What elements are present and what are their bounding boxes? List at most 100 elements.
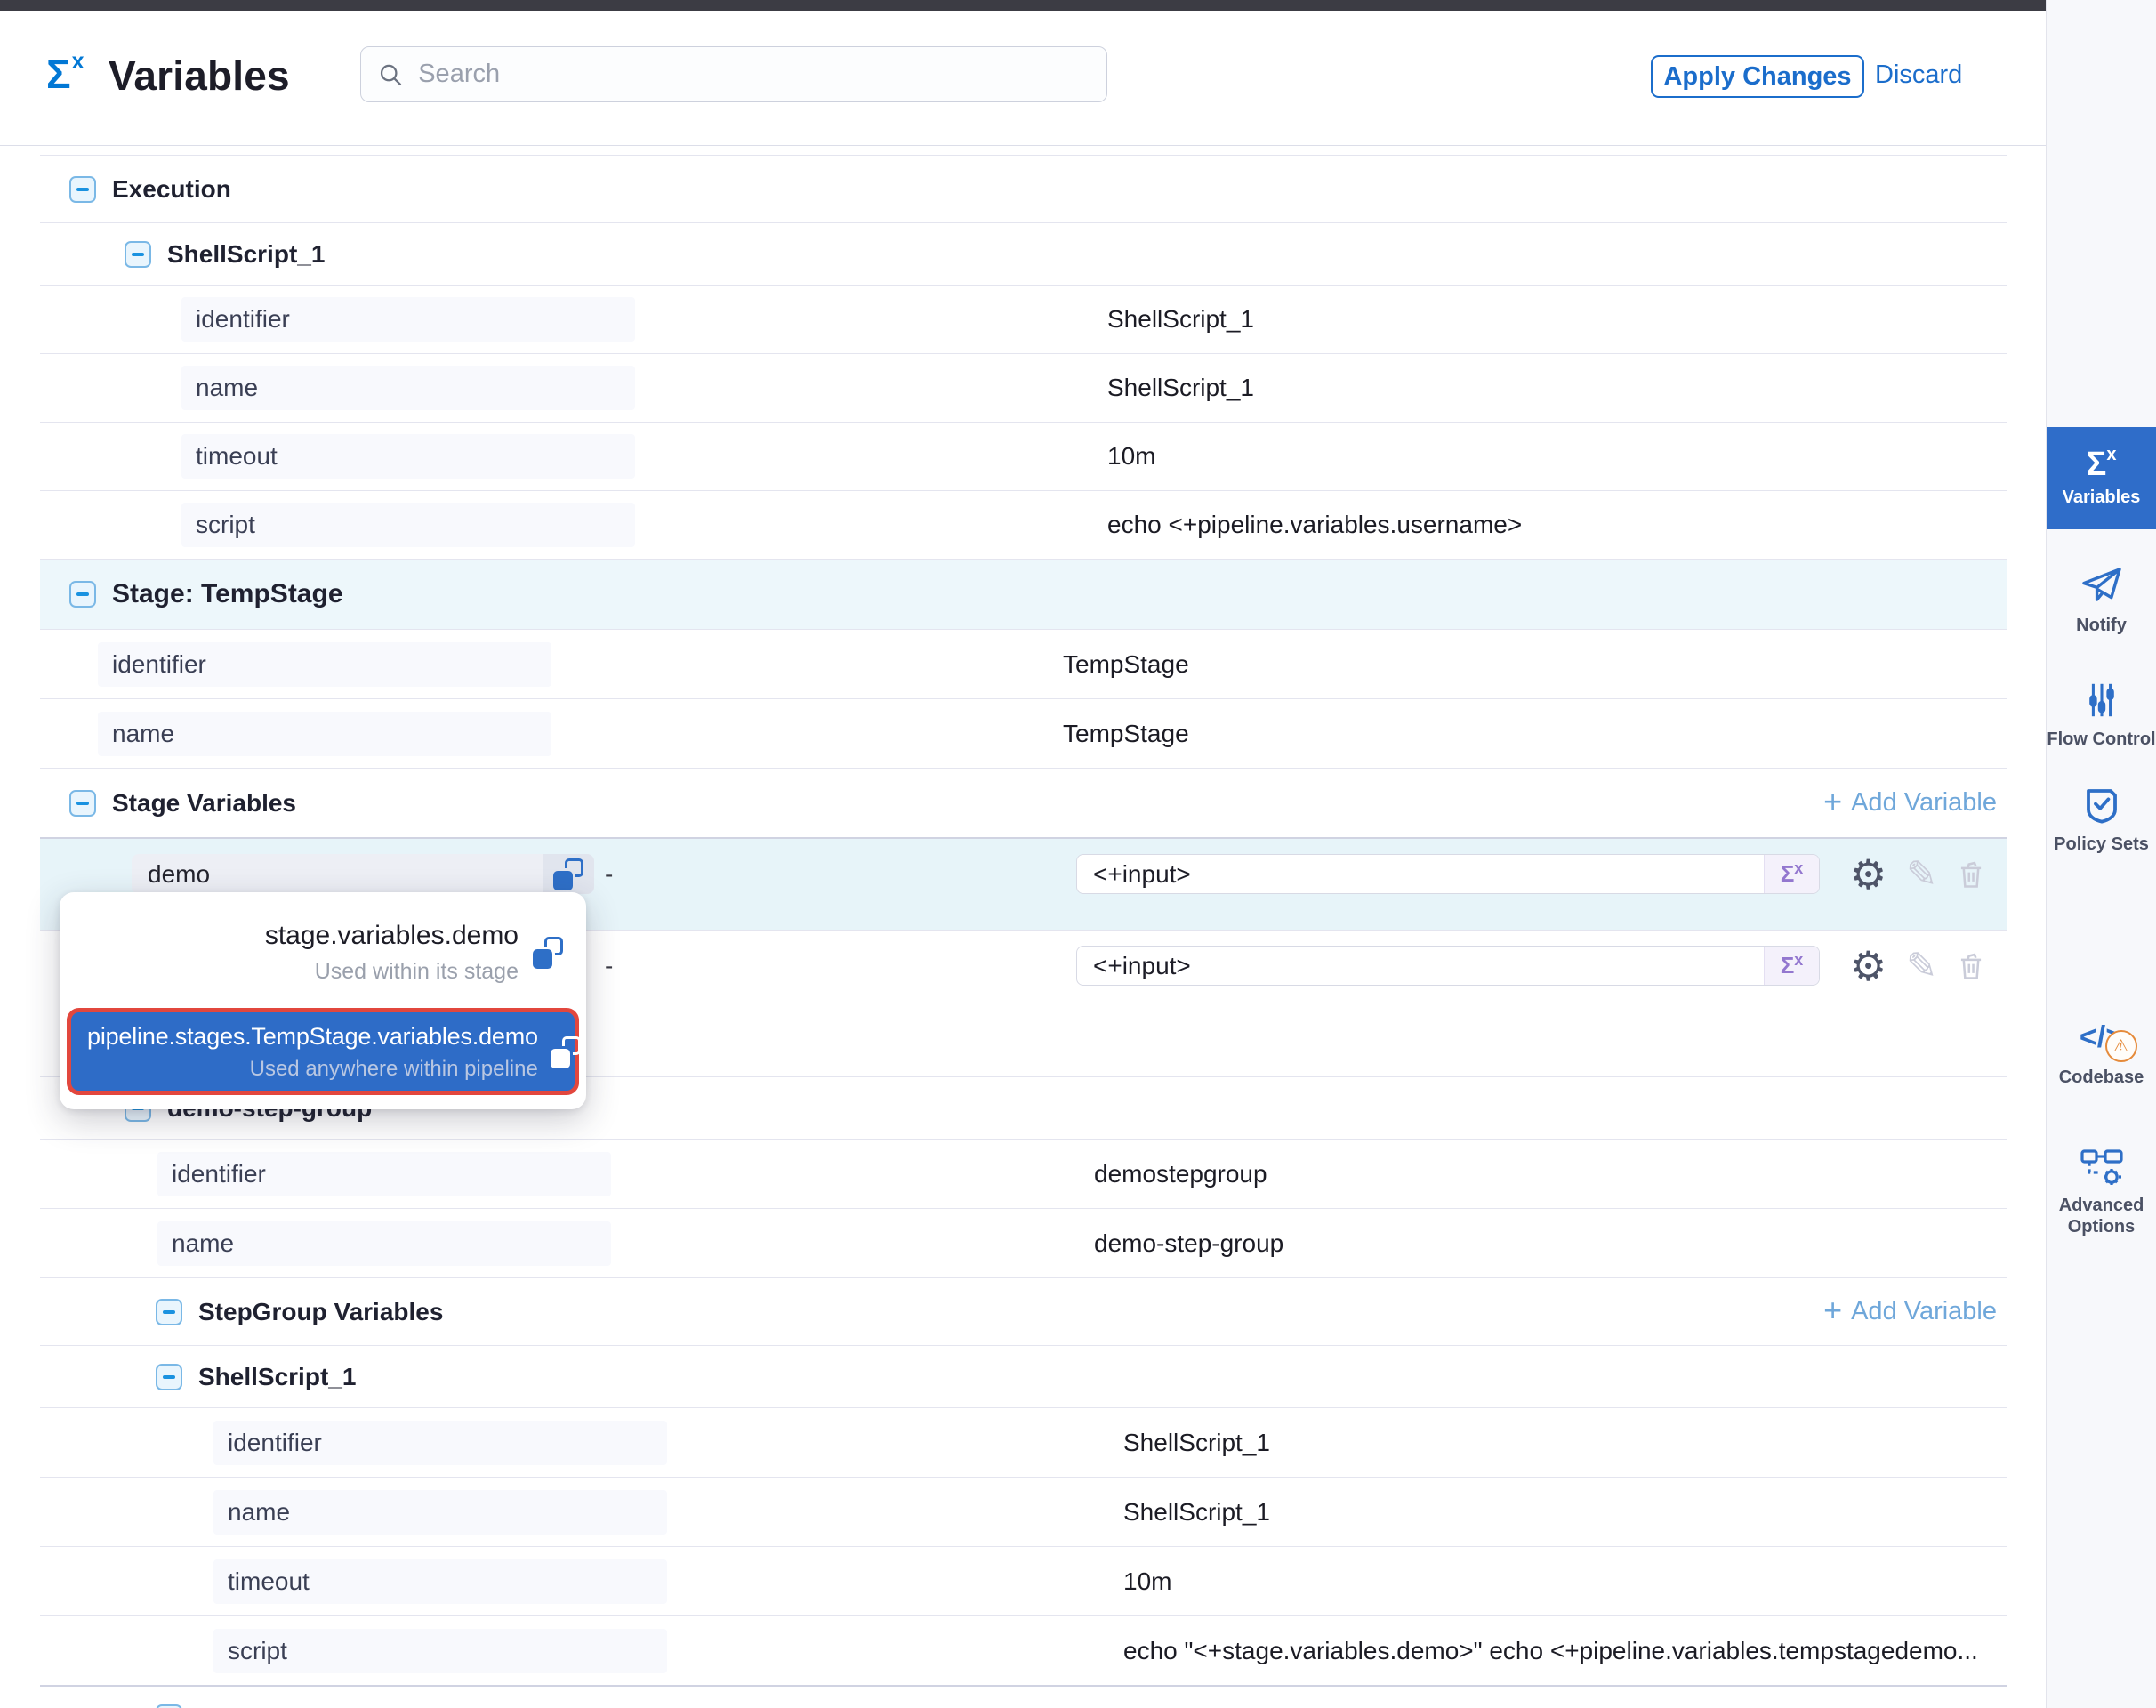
variable-type: - — [605, 946, 613, 986]
field-value: TempStage — [1063, 650, 2002, 679]
warning-badge-icon: ⚠ — [2105, 1030, 2137, 1062]
field-value: ShellScript_1 — [1123, 1498, 2002, 1527]
expression-scope: Used within its stage — [265, 959, 519, 985]
expression-sigma-icon[interactable]: Σx — [1764, 947, 1819, 985]
copy-icon[interactable] — [551, 1036, 581, 1068]
variables-sigma-icon: Σx — [46, 50, 84, 98]
rail-tab-codebase[interactable]: </> ⚠ Codebase — [2047, 1016, 2156, 1088]
kv-row-name: name ShellScript_1 — [40, 1477, 2007, 1546]
field-value: demo-step-group — [1094, 1229, 2002, 1258]
field-key: identifier — [98, 642, 551, 687]
expression-option-stage-scope[interactable]: stage.variables.demo Used within its sta… — [60, 906, 586, 997]
search-icon — [377, 60, 404, 89]
tree-row-partial[interactable] — [40, 1685, 2007, 1708]
kv-row-name: name demo-step-group — [40, 1208, 2007, 1277]
add-variable-button[interactable]: + Add Variable — [1823, 787, 2007, 819]
expression-text: stage.variables.demo — [265, 921, 519, 951]
collapse-icon[interactable] — [125, 241, 151, 268]
field-key: identifier — [157, 1152, 611, 1196]
expression-option-pipeline-scope-selected[interactable]: pipeline.stages.TempStage.variables.demo… — [67, 1008, 579, 1095]
variables-sigma-icon: Σx — [2087, 447, 2117, 481]
field-key: name — [213, 1490, 667, 1535]
tree-label: Stage Variables — [112, 789, 296, 818]
top-bar — [0, 0, 2046, 11]
flowchart-gear-icon — [2080, 1148, 2123, 1187]
shield-check-icon — [2080, 783, 2123, 826]
rail-tab-advanced-options[interactable]: Advanced Options — [2047, 1148, 2156, 1238]
field-key: name — [98, 712, 551, 756]
field-key: identifier — [213, 1421, 667, 1465]
paper-plane-icon — [2080, 564, 2123, 607]
settings-gear-icon[interactable]: ⚙ — [1850, 854, 1886, 894]
delete-trash-icon[interactable] — [1954, 854, 1988, 894]
tree-label: Execution — [112, 175, 231, 204]
apply-changes-button[interactable]: Apply Changes — [1651, 55, 1864, 98]
rail-tab-policy-sets[interactable]: Policy Sets — [2047, 783, 2156, 855]
rail-tab-flow-control[interactable]: Flow Control — [2047, 680, 2156, 750]
field-value: echo "<+stage.variables.demo>" echo <+pi… — [1123, 1637, 2002, 1665]
plus-icon: + — [1823, 786, 1842, 818]
field-value: 10m — [1107, 442, 2002, 471]
copy-button[interactable] — [543, 854, 594, 894]
right-rail: Σx Variables Notify Flow Control Policy … — [2046, 0, 2156, 1708]
kv-row-identifier: identifier demostepgroup — [40, 1139, 2007, 1208]
field-key: timeout — [181, 434, 635, 479]
expression-sigma-icon[interactable]: Σx — [1764, 855, 1819, 893]
rail-tab-variables[interactable]: Σx Variables — [2047, 427, 2156, 529]
search-input[interactable] — [416, 59, 1090, 90]
expression-popup: stage.variables.demo Used within its sta… — [60, 892, 586, 1109]
tree-row-execution[interactable]: Execution — [40, 155, 2007, 222]
variable-type: - — [605, 854, 613, 894]
field-value: TempStage — [1063, 720, 2002, 748]
variables-panel: Σx Variables Apply Changes Discard Execu… — [0, 11, 2046, 1708]
field-value: demostepgroup — [1094, 1160, 2002, 1188]
collapse-icon[interactable] — [69, 790, 96, 817]
tree-row-shellscript1[interactable]: ShellScript_1 — [40, 222, 2007, 285]
tree-label: Stage: TempStage — [112, 579, 343, 609]
tree-row-shellscript1-nested[interactable]: ShellScript_1 — [40, 1345, 2007, 1407]
field-value: 10m — [1123, 1567, 2002, 1596]
collapse-icon[interactable] — [156, 1364, 182, 1390]
tree-label: StepGroup Variables — [198, 1298, 443, 1326]
search-box[interactable] — [360, 46, 1107, 102]
tree-row-stage-variables[interactable]: Stage Variables + Add Variable — [40, 768, 2007, 837]
expression-text: pipeline.stages.TempStage.variables.demo — [87, 1023, 538, 1051]
variable-name-field[interactable]: demo — [132, 854, 594, 894]
edit-pencil-icon[interactable]: ✎ — [1906, 946, 1937, 986]
field-key: name — [157, 1221, 611, 1266]
field-value: ShellScript_1 — [1107, 374, 2002, 402]
expression-scope: Used anywhere within pipeline — [87, 1057, 538, 1082]
delete-trash-icon[interactable] — [1954, 946, 1988, 986]
tree-label: ShellScript_1 — [198, 1363, 356, 1391]
kv-row-timeout: timeout 10m — [40, 1546, 2007, 1615]
copy-icon[interactable] — [533, 937, 563, 969]
field-value: echo <+pipeline.variables.username> — [1107, 511, 2002, 539]
collapse-icon[interactable] — [69, 581, 96, 608]
field-key: identifier — [181, 297, 635, 342]
sliders-icon — [2081, 680, 2122, 721]
kv-row-identifier: identifier ShellScript_1 — [40, 1407, 2007, 1477]
field-value: ShellScript_1 — [1107, 305, 2002, 334]
kv-row-name: name TempStage — [40, 698, 2007, 768]
edit-pencil-icon[interactable]: ✎ — [1906, 854, 1937, 894]
rail-tab-notify[interactable]: Notify — [2047, 564, 2156, 636]
kv-row-script: script echo <+pipeline.variables.usernam… — [40, 490, 2007, 559]
page-title: Variables — [109, 52, 290, 100]
collapse-icon[interactable] — [69, 176, 96, 203]
field-key: script — [181, 503, 635, 547]
tree-row-stepgroup-variables[interactable]: StepGroup Variables + Add Variable — [40, 1277, 2007, 1345]
add-variable-button[interactable]: + Add Variable — [1823, 1296, 2007, 1328]
settings-gear-icon[interactable]: ⚙ — [1850, 946, 1886, 986]
field-key: name — [181, 366, 635, 410]
discard-button[interactable]: Discard — [1875, 60, 1962, 90]
code-icon: </> ⚠ — [2073, 1016, 2130, 1059]
variable-value-input[interactable]: <+input> Σx — [1076, 946, 1820, 986]
variable-value-input[interactable]: <+input> Σx — [1076, 854, 1820, 894]
collapse-icon[interactable] — [156, 1299, 182, 1325]
kv-row-identifier: identifier ShellScript_1 — [40, 285, 2007, 353]
tree-row-stage-tempstage[interactable]: Stage: TempStage — [40, 559, 2007, 629]
kv-row-identifier: identifier TempStage — [40, 629, 2007, 698]
kv-row-name: name ShellScript_1 — [40, 353, 2007, 422]
collapse-icon[interactable] — [156, 1704, 182, 1708]
tree-label: ShellScript_1 — [167, 240, 325, 269]
